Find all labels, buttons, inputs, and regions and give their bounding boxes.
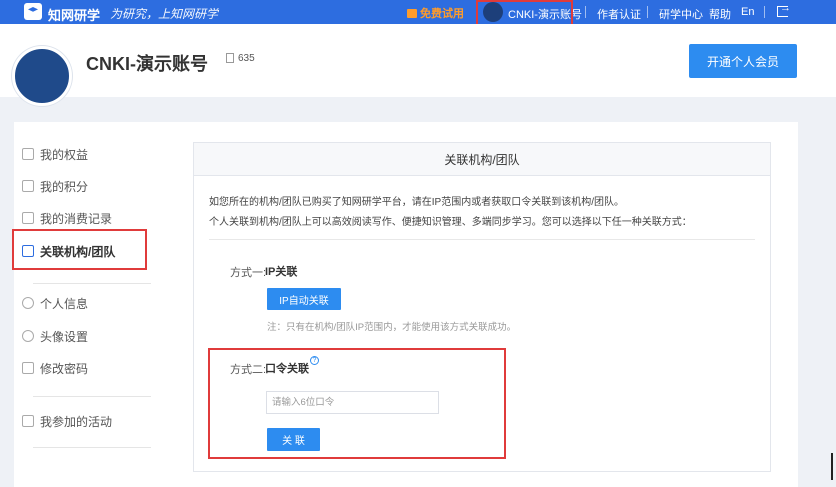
sidebar-highlight-box: [12, 229, 147, 270]
intro-text-1: 如您所在的机构/团队已购买了知网研学平台，请在IP范围内或者获取口令关联到该机构…: [209, 197, 625, 208]
document-icon: [226, 53, 234, 63]
divider: [764, 6, 765, 18]
method1-label: 方式一:: [230, 267, 267, 279]
brand-name[interactable]: 知网研学: [48, 5, 100, 24]
divider: [33, 447, 151, 448]
link-button[interactable]: 关 联: [267, 428, 320, 451]
lock-icon: [22, 362, 34, 374]
intro-text-2: 个人关联到机构/团队上可以高效阅读写作、便捷知识管理、多端同步学习。您可以选择以…: [209, 217, 692, 228]
free-trial-link[interactable]: 免费试用: [407, 5, 464, 21]
slogan: 为研究，上知网研学: [110, 7, 219, 21]
sidebar-item-activities[interactable]: 我参加的活动: [22, 411, 112, 431]
sidebar-item-personal-info[interactable]: 个人信息: [22, 293, 88, 313]
nav-study-center[interactable]: 研学中心: [659, 6, 703, 22]
divider: [209, 239, 755, 240]
logout-icon[interactable]: [777, 2, 791, 17]
sidebar-item-avatar-settings[interactable]: 头像设置: [22, 326, 88, 346]
profile-avatar[interactable]: [12, 46, 72, 106]
method1-title: IP关联: [265, 266, 298, 278]
help-icon[interactable]: ?: [310, 356, 319, 365]
diamond-icon: [22, 148, 34, 160]
panel-title: 关联机构/团队: [193, 142, 771, 176]
sidebar-item-consumption[interactable]: 我的消费记录: [22, 208, 112, 228]
sidebar-item-benefits[interactable]: 我的权益: [22, 144, 88, 164]
divider: [33, 283, 151, 284]
vip-membership-button[interactable]: 开通个人会员: [689, 44, 797, 78]
sidebar-item-change-password[interactable]: 修改密码: [22, 358, 88, 378]
divider: [585, 6, 586, 18]
receipt-icon: [22, 212, 34, 224]
nav-help[interactable]: 帮助: [709, 6, 731, 22]
divider: [33, 396, 151, 397]
logo-icon[interactable]: [24, 3, 42, 20]
method2-title: 口令关联: [265, 363, 309, 375]
document-count: 635: [238, 53, 255, 64]
avatar-icon: [22, 330, 34, 342]
ip-note: 注：只有在机构/团队IP范围内，才能使用该方式关联成功。: [267, 322, 517, 333]
code-input[interactable]: [266, 391, 439, 414]
user-icon: [22, 297, 34, 309]
sidebar-item-points[interactable]: 我的积分: [22, 176, 88, 196]
gift-icon: [407, 9, 417, 18]
points-icon: [22, 180, 34, 192]
ip-auto-link-button[interactable]: IP自动关联: [267, 288, 341, 310]
activity-icon: [22, 415, 34, 427]
profile-name: CNKI-演示账号: [86, 54, 208, 74]
divider: [647, 6, 648, 18]
nav-author-cert[interactable]: 作者认证: [597, 6, 641, 22]
nav-language[interactable]: En: [741, 6, 754, 18]
method2-label: 方式二:: [230, 364, 267, 376]
text-cursor: [831, 453, 833, 480]
top-bar: 知网研学 为研究，上知网研学 免费试用 CNKI-演示账号 作者认证 研学中心 …: [0, 0, 836, 24]
